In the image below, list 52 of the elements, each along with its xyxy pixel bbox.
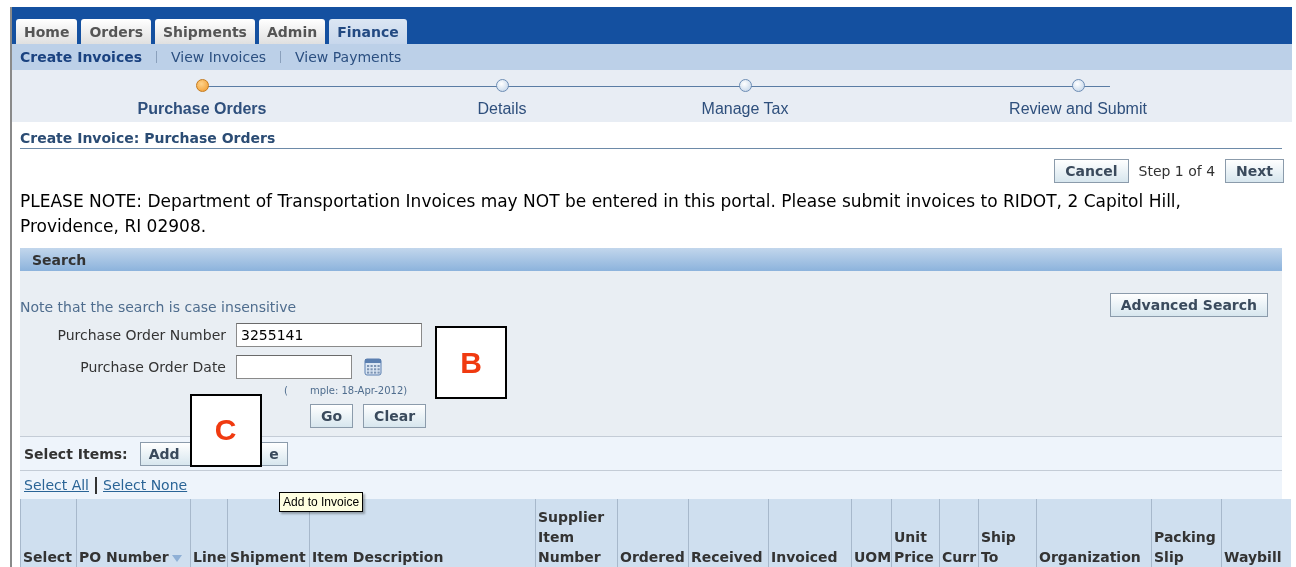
select-none-link[interactable]: Select None [103,477,188,493]
column-header: UOM [851,499,892,567]
select-all-link[interactable]: Select All [24,477,89,493]
field-label: Purchase Order Date [79,359,226,375]
next-button[interactable]: Next [1225,159,1284,183]
go-button[interactable]: Go [310,404,354,428]
subnav-link[interactable]: View Payments [295,49,402,65]
select-items-label: Select Items: [24,445,128,462]
column-header: Supplier Item Number [535,499,618,567]
column-header[interactable]: PO Number [76,499,191,567]
nav-tab[interactable]: Orders [81,19,151,44]
notice-text: PLEASE NOTE: Department of Transportation Invoices may NOT be entered in this portal. Please submit invoices to RIDOT, 2 Capitol Hill, Providence, RI 02908. [20,190,1182,238]
column-header: Ordered [617,499,689,567]
step-label: Details [477,100,527,118]
date-field[interactable] [236,355,352,379]
step-label: Review and Submit [1009,100,1147,118]
callout-label: B [435,326,507,399]
section-header: Search [20,248,1282,271]
calendar-icon[interactable] [364,358,382,376]
input-field[interactable]: 3255141 [236,323,422,347]
column-header: Packing Slip [1151,499,1222,567]
column-header: Unit Price [891,499,940,567]
column-header: Select [20,499,77,567]
date-example: mple: 18-Apr-2012) [309,385,408,396]
nav-tab[interactable]: Shipments [155,19,255,44]
subnav-link[interactable]: Create Invoices [20,49,143,65]
column-header: Curr [939,499,979,567]
subnav-link[interactable]: View Invoices [171,49,267,65]
page-title: Create Invoice: Purchase Orders [20,130,1282,149]
nav-tab[interactable]: Home [16,19,78,44]
sort-icon [171,555,182,562]
step-label: Manage Tax [701,100,789,118]
tooltip: Add to Invoice [279,492,364,512]
cancel-button[interactable]: Cancel [1054,159,1129,183]
column-header: Line [190,499,228,567]
advanced-search-button[interactable]: Advanced Search [1109,293,1268,317]
field-label: Purchase Order Number [56,327,226,343]
nav-tab[interactable]: Finance [329,19,407,44]
step-label: Purchase Orders [137,100,267,118]
add-to-invoice-button[interactable]: Add [139,441,190,466]
clear-button[interactable]: Clear [363,404,427,428]
nav-tab[interactable]: Admin [258,19,326,44]
callout-label: C [189,393,262,467]
column-header: Ship To [978,499,1037,567]
column-header: Organization [1036,499,1152,567]
search-hint: Note that the search is case insensitive [20,299,297,315]
column-header: Invoiced [768,499,852,567]
column-header: Received [688,499,769,567]
button-fragment[interactable]: e [261,441,288,466]
date-example: ( [284,385,288,396]
step-counter: Step 1 of 4 [1138,163,1216,179]
column-header: Waybill [1221,499,1291,567]
